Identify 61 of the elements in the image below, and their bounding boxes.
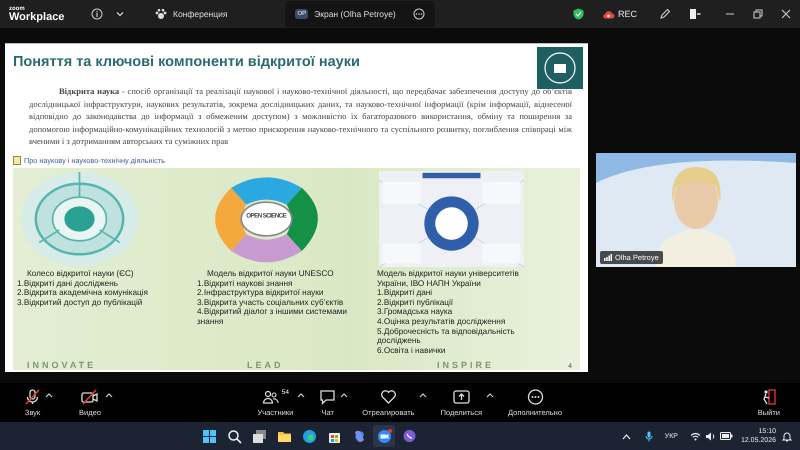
- definition-paragraph: Відкрита наука - спосіб організації та реалізації наукової і науково-технічної діяльності, що передбачає забезпечення доступу до об’єктів дослідницької інфраструктури, наукових результатів, зокрема дослідницьких даних, та науково-технічної інформації (крім інформації, віднесеної відповідно до законодавства до інформації з обмеженим доступом) з можливістю їх багаторазового використання, обміну та поширення за допомогою інформаційно-комунікаційних технологій з метою прискорення науково-технічного та суспільного розвитку, поглиблення співпраці між вченими і з дотриманням авторських та суміжних прав: [29, 85, 572, 148]
- list-item: 2.Відкриті публікації: [377, 298, 454, 308]
- caret-up-icon[interactable]: [297, 392, 306, 398]
- signal-bars-icon: [604, 254, 612, 261]
- heart-icon: [380, 388, 397, 404]
- list-item: 2.Відкрита академічна комунікація: [17, 288, 148, 298]
- model-caption: Колесо відкритої науки (ЄС): [26, 268, 135, 279]
- recording-label[interactable]: REC: [618, 9, 637, 19]
- model-caption: Модель відкритої науки UNESCO: [206, 268, 335, 279]
- list-item: 3.Громадська наука: [377, 307, 454, 317]
- caret-up-icon[interactable]: [340, 392, 348, 398]
- list-item: 6.Освіта і навички: [377, 346, 446, 356]
- restore-icon[interactable]: [753, 9, 763, 19]
- caret-down-icon[interactable]: [115, 9, 125, 19]
- shield-icon: [572, 8, 584, 20]
- list-item: 3.Відкритий доступ до публікацій: [17, 298, 144, 308]
- caret-up-icon[interactable]: [104, 392, 113, 398]
- list-item: 1.Відкриті дані: [377, 288, 434, 298]
- list-item: 2.Інфраструктура відкритої науки: [197, 288, 324, 298]
- slide-title: Поняття та ключові компоненти відкритої науки: [13, 54, 360, 72]
- share-screen-icon: [452, 388, 470, 404]
- battery-icon[interactable]: [720, 432, 733, 440]
- list-item: 1.Відкриті наукові знання: [197, 278, 294, 288]
- tab-label: Экран (Olha Petroye): [314, 9, 396, 19]
- wifi-icon[interactable]: [690, 432, 701, 440]
- window-tab[interactable]: Конференция: [145, 1, 238, 27]
- browser-icon[interactable]: [302, 428, 317, 444]
- list-item: 4.Оцінка результатів дослідження: [377, 316, 506, 327]
- more-icon[interactable]: [413, 8, 426, 20]
- footer-word: INSPIRE: [437, 360, 494, 370]
- paw-icon: [155, 8, 167, 20]
- footer-word: LEAD: [247, 360, 284, 370]
- video-meeting-icon[interactable]: [376, 428, 392, 444]
- messenger-icon[interactable]: [402, 428, 417, 444]
- search-icon[interactable]: [226, 428, 242, 444]
- list-item: 3.Відкрита участь соціальних суб’єктів: [197, 298, 344, 308]
- caret-up-icon[interactable]: [418, 392, 427, 398]
- tab-label: Конференция: [173, 9, 228, 19]
- caret-up-icon[interactable]: [486, 392, 494, 398]
- caret-up-icon[interactable]: [45, 392, 53, 398]
- windows-start-icon[interactable]: [202, 428, 217, 444]
- bell-icon[interactable]: [782, 430, 792, 442]
- logo-text: Workplace: [9, 12, 66, 22]
- emblem-logo-icon: [537, 47, 583, 89]
- list-item: 1.Відкриті дані досліджень: [17, 278, 120, 288]
- list-item: 4.Відкритий діалог з іншими системами знання: [197, 307, 348, 327]
- more-icon: [526, 388, 544, 404]
- pen-icon[interactable]: [659, 8, 671, 20]
- people-icon: [262, 388, 279, 404]
- chevron-up-icon[interactable]: [622, 432, 631, 440]
- close-icon[interactable]: [781, 9, 791, 19]
- speaker-icon[interactable]: [704, 432, 716, 440]
- document-icon: [13, 156, 21, 165]
- task-view-icon[interactable]: [252, 428, 267, 444]
- chat-bubble-icon: [319, 388, 336, 404]
- microphone-icon[interactable]: [644, 430, 653, 442]
- footer-word: INNOVATE: [26, 360, 98, 370]
- info-icon[interactable]: [91, 8, 103, 20]
- model-caption: Модель відкритої науки університетів України, ІВО НАПН України: [377, 268, 520, 288]
- list-item: 5.Доброчесність та відповідальність досліджень: [377, 326, 516, 346]
- cloud-icon: [602, 9, 615, 19]
